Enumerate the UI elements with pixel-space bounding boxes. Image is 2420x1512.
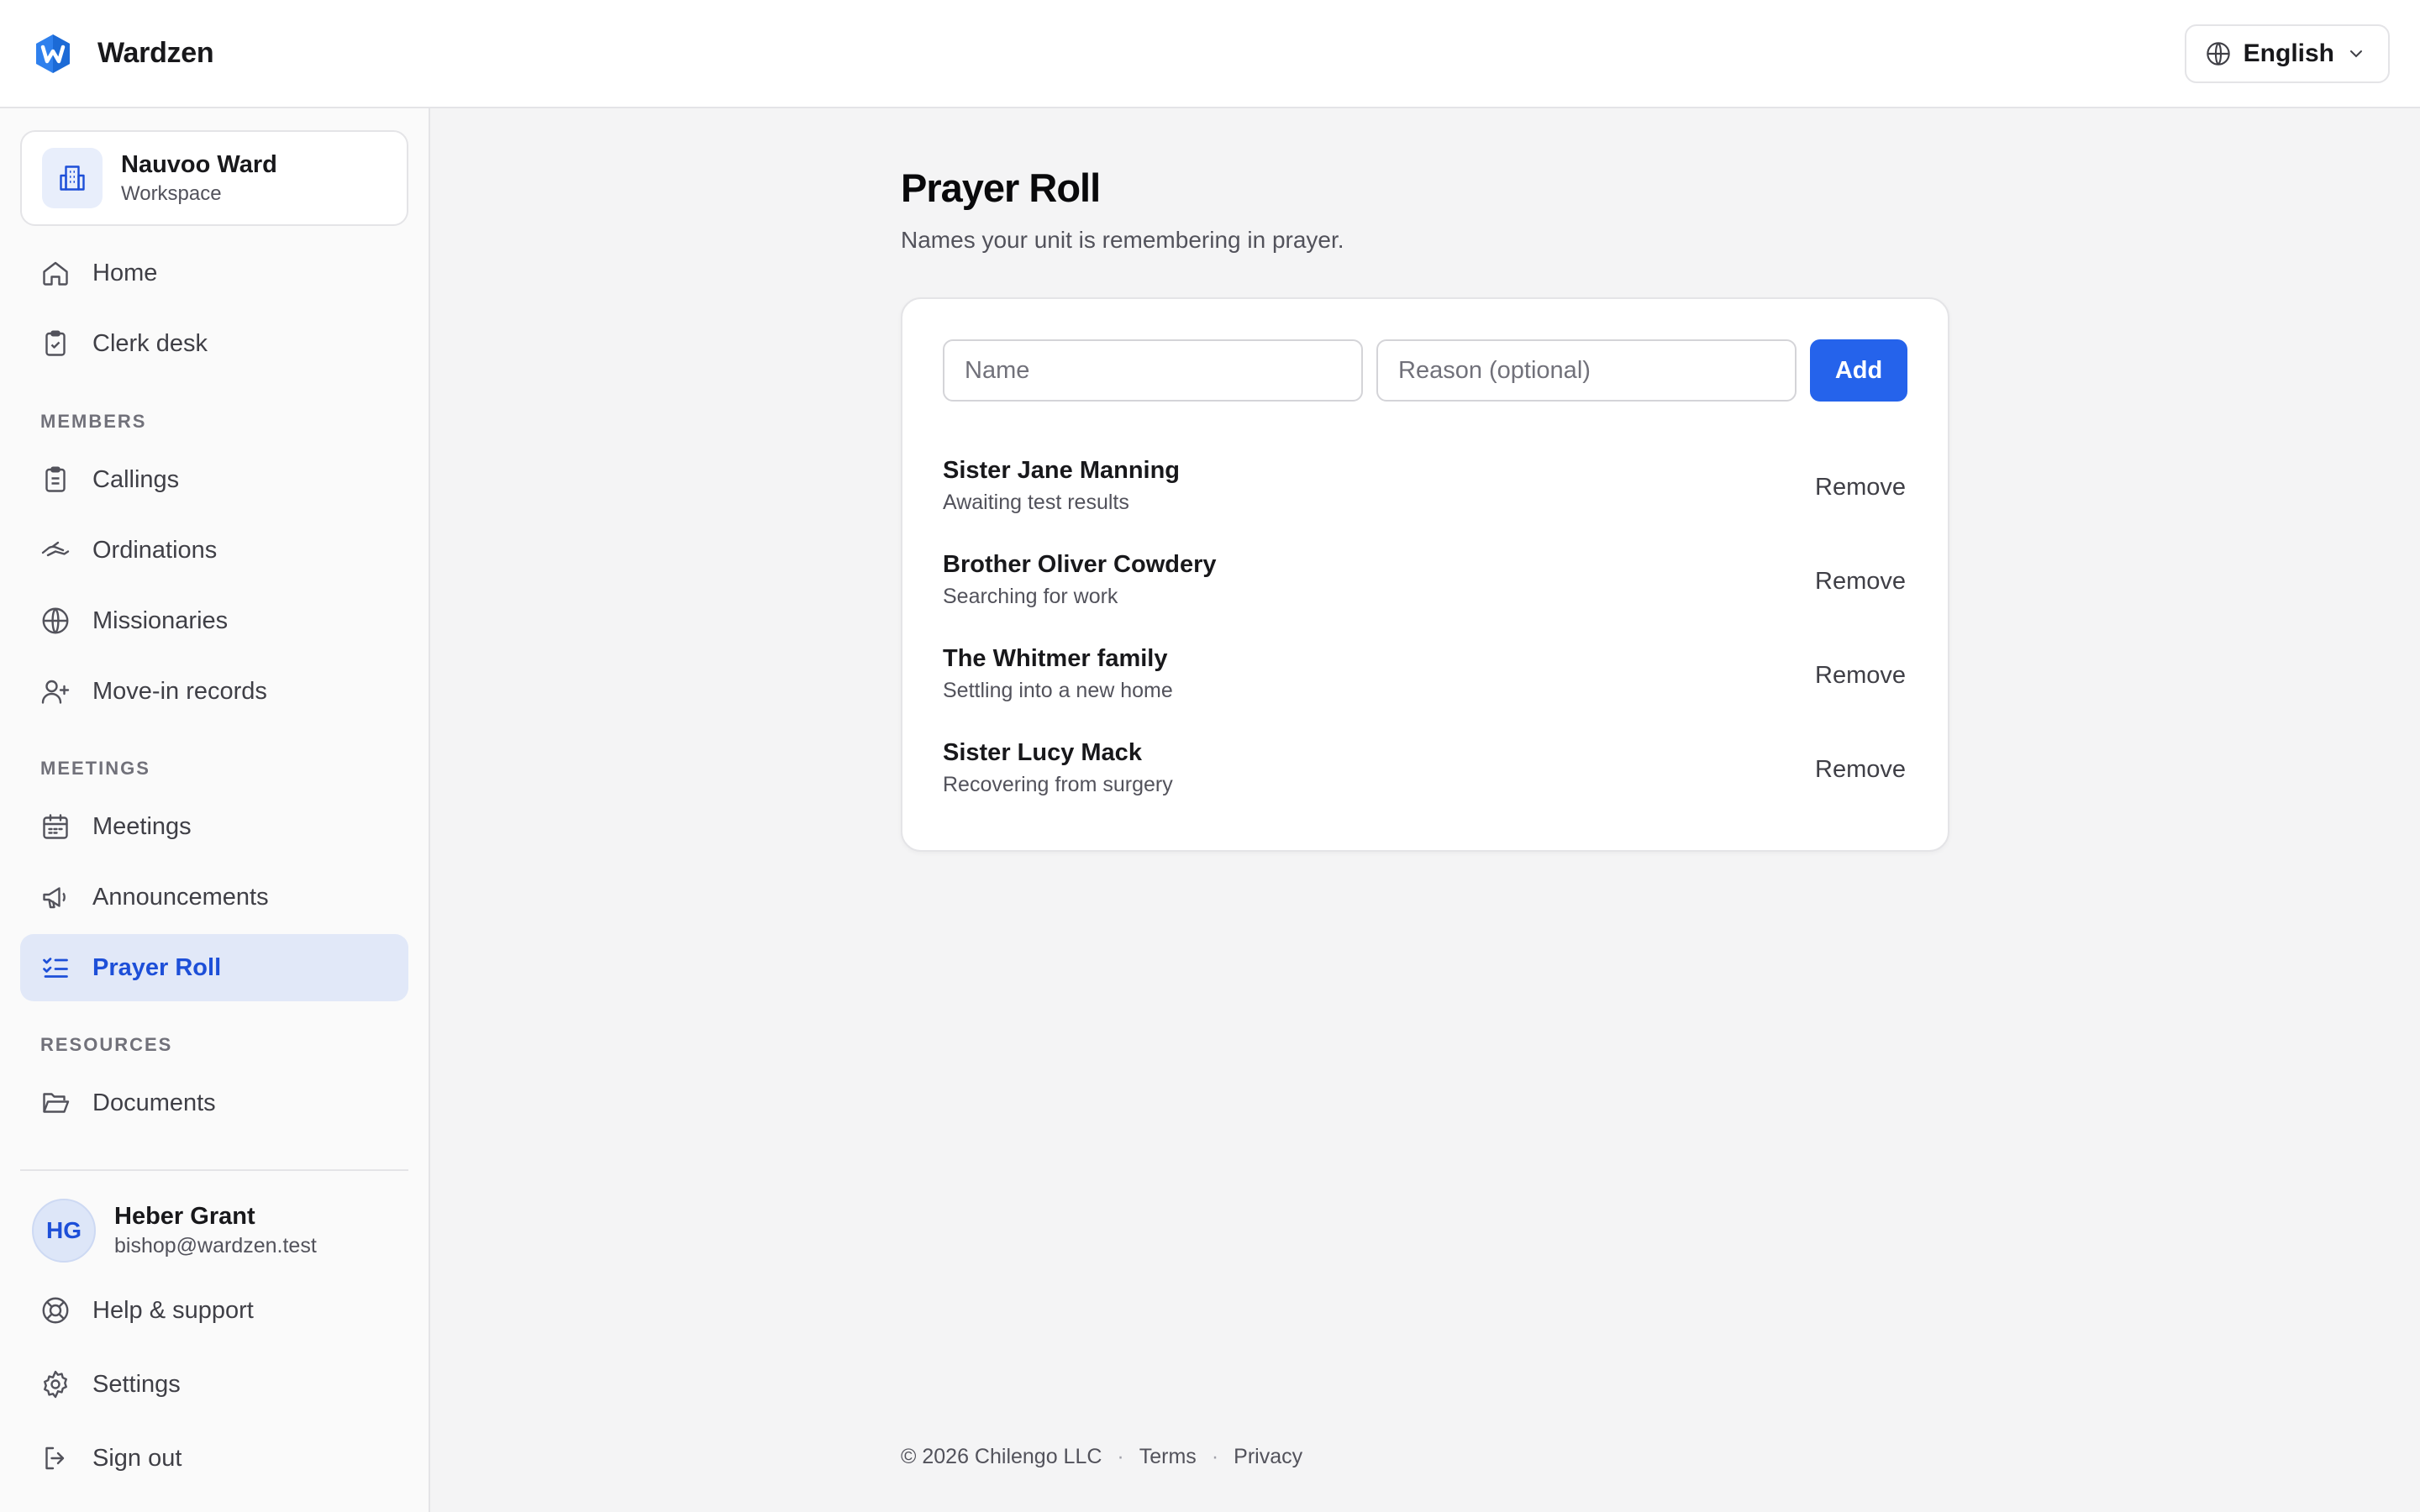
chevron-down-icon [2350,50,2362,57]
sidebar-item-label: Meetings [92,812,192,840]
remove-button[interactable]: Remove [1812,563,1909,601]
footer: © 2026 Chilengo LLC · Terms · Privacy [901,1445,1302,1469]
sidebar-item-label: Ordinations [92,536,218,564]
privacy-link[interactable]: Privacy [1234,1445,1302,1469]
user-name: Heber Grant [114,1203,255,1230]
top-bar: Wardzen English [0,0,2420,108]
sidebar-item-ordinations[interactable]: Ordinations [20,517,408,584]
sidebar-item-prayer-roll[interactable]: Prayer Roll [20,934,408,1001]
sidebar: Nauvoo Ward Workspace Home Clerk desk ME… [0,108,430,1512]
sidebar-item-announcements[interactable]: Announcements [20,864,408,931]
sidebar-item-home[interactable]: Home [20,239,408,307]
sign-out-icon [45,1446,65,1470]
sidebar-item-label: Announcements [92,883,269,911]
remove-button[interactable]: Remove [1812,469,1909,507]
workspace-switcher[interactable]: Nauvoo Ward Workspace [20,130,408,226]
sidebar-item-label: Sign out [92,1444,182,1472]
remove-button[interactable]: Remove [1812,657,1909,695]
list-item: Sister Lucy Mack Recovering from surgery… [943,736,1909,811]
name-input[interactable] [943,339,1363,402]
sidebar-item-label: Move-in records [92,677,267,705]
sidebar-item-label: Settings [92,1370,181,1398]
sidebar-item-label: Home [92,259,158,286]
entry-reason: Searching for work [943,585,1118,608]
globe-icon [2206,41,2230,66]
list-checks-icon [43,958,68,978]
page-title: Prayer Roll [901,165,1101,210]
sidebar-item-documents[interactable]: Documents [20,1069,408,1137]
user-profile[interactable]: HG Heber Grant bishop@wardzen.test [32,1199,317,1263]
sidebar-item-label: Documents [92,1089,216,1116]
copyright: © 2026 Chilengo LLC [901,1445,1102,1468]
reason-input[interactable] [1376,339,1797,402]
life-buoy-icon [42,1297,69,1324]
entry-reason: Recovering from surgery [943,773,1173,796]
clipboard-list-icon [45,466,66,492]
entry-name: The Whitmer family [943,645,1168,672]
avatar: HG [32,1199,96,1263]
entry-name: Sister Lucy Mack [943,739,1142,766]
footer-separator: · [1211,1445,1219,1468]
add-button[interactable]: Add [1810,339,1907,402]
app-name: Wardzen [97,37,214,69]
terms-link[interactable]: Terms [1139,1445,1197,1469]
sidebar-item-callings[interactable]: Callings [20,446,408,513]
user-email: bishop@wardzen.test [114,1234,317,1257]
home-icon [43,261,68,286]
entry-reason: Awaiting test results [943,491,1129,514]
globe-icon [42,607,69,634]
sidebar-item-label: Callings [92,465,180,493]
sidebar-item-help-support[interactable]: Help & support [20,1277,408,1344]
calendar-icon [43,814,68,839]
hand-icon [41,541,70,557]
section-label-meetings: MEETINGS [40,758,150,779]
sidebar-item-meetings[interactable]: Meetings [20,793,408,860]
building-icon [42,148,103,208]
entry-reason: Settling into a new home [943,679,1173,702]
sidebar-item-label: Help & support [92,1296,254,1324]
sidebar-item-clerk-desk[interactable]: Clerk desk [20,310,408,377]
list-item: The Whitmer family Settling into a new h… [943,642,1909,717]
sidebar-item-sign-out[interactable]: Sign out [20,1425,408,1492]
megaphone-icon [43,887,66,909]
sidebar-divider [20,1169,408,1171]
wardzen-logo-icon [36,34,70,73]
clipboard-check-icon [45,330,66,356]
entry-name: Sister Jane Manning [943,457,1181,484]
section-label-members: MEMBERS [40,411,147,432]
sidebar-item-label: Clerk desk [92,329,208,357]
list-item: Brother Oliver Cowdery Searching for wor… [943,548,1909,623]
entry-name: Brother Oliver Cowdery [943,551,1217,578]
footer-separator: · [1117,1445,1124,1468]
sidebar-item-settings[interactable]: Settings [20,1351,408,1418]
workspace-label: Workspace [121,182,222,206]
brand[interactable]: Wardzen [32,33,214,75]
folder-open-icon [43,1093,70,1113]
sidebar-item-label: Prayer Roll [92,953,222,981]
sidebar-item-missionaries[interactable]: Missionaries [20,587,408,654]
language-select[interactable]: English [2184,24,2390,83]
workspace-name: Nauvoo Ward [121,150,277,178]
sidebar-item-label: Missionaries [92,606,229,634]
user-plus-icon [41,680,70,704]
page-subtitle: Names your unit is remembering in prayer… [901,227,1344,253]
sidebar-item-move-in-records[interactable]: Move-in records [20,658,408,725]
list-item: Sister Jane Manning Awaiting test result… [943,454,1909,529]
language-label: English [2243,39,2334,67]
section-label-resources: RESOURCES [40,1034,173,1055]
gear-icon [44,1370,67,1399]
prayer-roll-card: Add Sister Jane Manning Awaiting test re… [901,297,1949,852]
remove-button[interactable]: Remove [1812,751,1909,789]
